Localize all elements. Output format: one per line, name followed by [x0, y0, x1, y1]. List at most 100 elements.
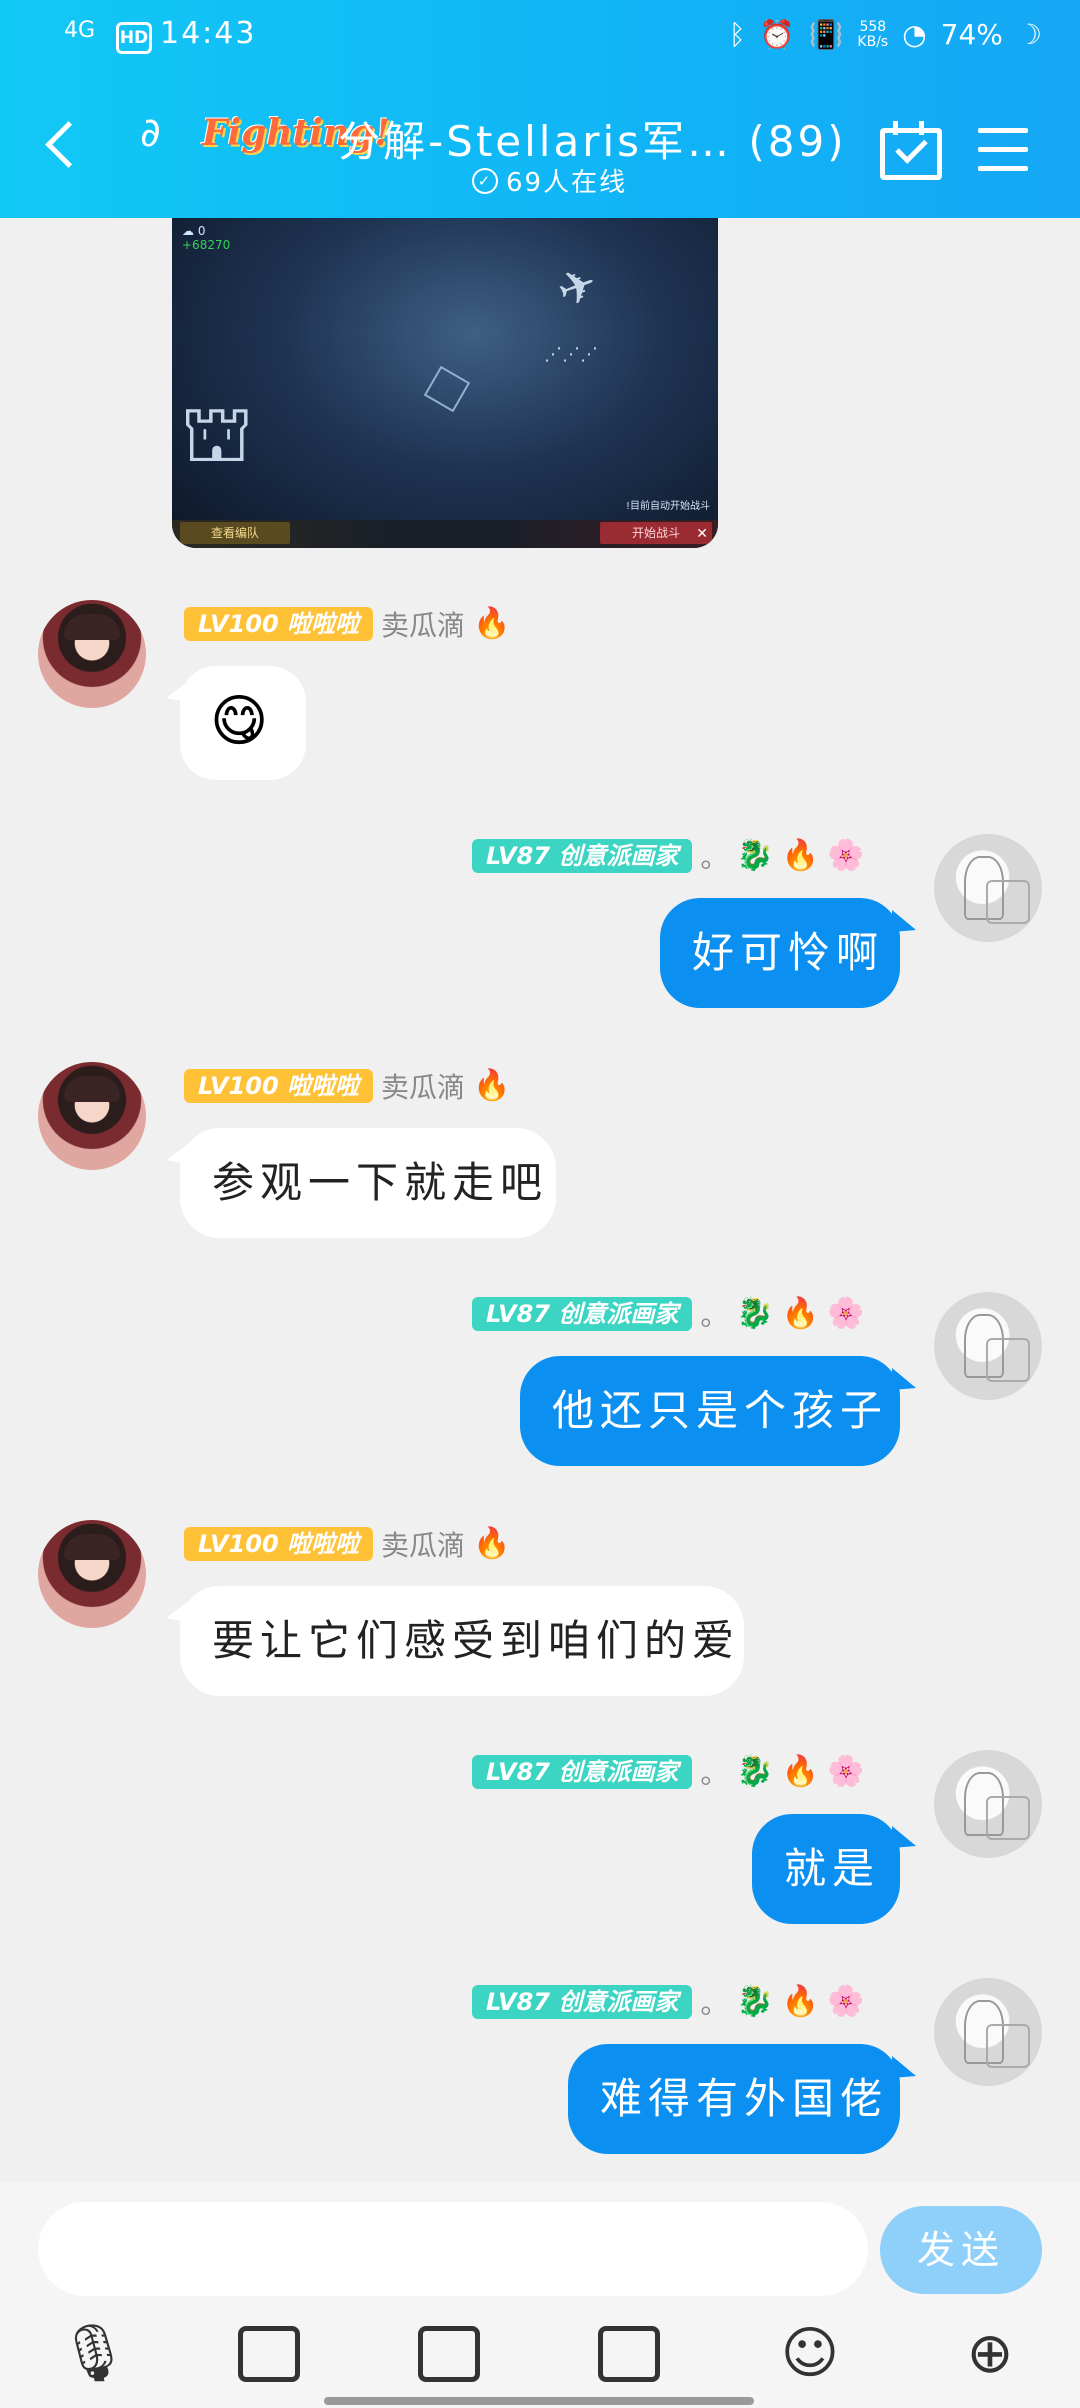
- message-bubble[interactable]: 参观一下就走吧: [166, 1128, 556, 1238]
- level: LV87: [486, 842, 550, 870]
- message-bubble[interactable]: 就是: [752, 1814, 916, 1924]
- level-title: 啦啦啦: [287, 610, 360, 638]
- level: LV100: [198, 610, 279, 638]
- online-count[interactable]: ✓ 69人在线: [472, 162, 627, 199]
- nickname[interactable]: 卖瓜滴: [381, 1524, 465, 1564]
- moon-icon: ☽: [1016, 18, 1042, 51]
- flower-icon: 🌸: [827, 1296, 865, 1331]
- battery-level: 74%: [940, 18, 1003, 51]
- status-icons: ᛒ ⏰ 📳 558 KB/s ◔ 74% ☽: [729, 18, 1042, 51]
- emoji-sticker: 😋: [210, 689, 269, 754]
- game-tip: !目前自动开始战斗: [625, 501, 710, 512]
- nav-bar: ∂ Fighting! 分解-Stellaris军… (89) ✓ 69人在线: [0, 76, 1080, 218]
- avatar[interactable]: [38, 1520, 146, 1628]
- fire-icon: 🔥: [781, 1984, 820, 2019]
- calendar-check-icon[interactable]: [880, 121, 942, 180]
- level-badge: LV87 创意派画家: [472, 1297, 693, 1331]
- station-icon: ⛫: [180, 387, 254, 480]
- level-title: 创意派画家: [558, 1300, 679, 1328]
- level-badge: LV100 啦啦啦: [184, 607, 374, 641]
- message-bubble[interactable]: 要让它们感受到咱们的爱: [166, 1586, 744, 1696]
- level-badge: LV100 啦啦啦: [184, 1069, 374, 1103]
- clock: 14:43: [160, 16, 257, 51]
- vibrate-icon: 📳: [808, 18, 844, 51]
- view-fleet-button: 查看编队: [180, 522, 290, 544]
- sender-meta: LV87 创意派画家 。 🐉 🔥 🌸: [472, 1294, 864, 1334]
- group-title[interactable]: 分解-Stellaris军… (89): [338, 108, 847, 169]
- send-button[interactable]: 发送: [880, 2206, 1042, 2294]
- flower-icon: 🌸: [827, 838, 865, 873]
- dragon-icon: 🐉: [736, 838, 774, 873]
- bluetooth-icon: ᛒ: [728, 18, 746, 51]
- bag-icon[interactable]: [598, 2326, 660, 2382]
- camera-icon[interactable]: [418, 2326, 480, 2382]
- level-title: 创意派画家: [558, 1988, 679, 2016]
- fire-icon: 🔥: [473, 1068, 511, 1103]
- mic-icon[interactable]: 🎙: [58, 2322, 129, 2386]
- avatar[interactable]: [934, 1978, 1042, 2086]
- level: LV87: [486, 1758, 550, 1786]
- message-bubble[interactable]: 难得有外国佬: [568, 2044, 916, 2154]
- level-title: 创意派画家: [558, 842, 679, 870]
- level-title: 啦啦啦: [287, 1530, 360, 1558]
- input-toolbar: 🎙 ☺ ⊕: [0, 2322, 1080, 2392]
- sender-meta: LV87 创意派画家 。 🐉 🔥 🌸: [472, 1752, 864, 1792]
- ship-icon: ✈: [549, 255, 605, 319]
- avatar[interactable]: [38, 600, 146, 708]
- message-bubble[interactable]: 他还只是个孩子: [520, 1356, 916, 1466]
- level-badge: LV100 啦啦啦: [184, 1527, 374, 1561]
- avatar[interactable]: [38, 1062, 146, 1170]
- hud-count: 0: [197, 224, 206, 238]
- speed-unit: KB/s: [857, 33, 889, 50]
- network-indicator: 4G: [64, 18, 96, 43]
- fire-icon: 🔥: [781, 838, 820, 873]
- avatar[interactable]: [934, 1292, 1042, 1400]
- fire-icon: 🔥: [781, 1754, 820, 1789]
- fire-icon: 🔥: [781, 1296, 820, 1331]
- image-message[interactable]: ☁ 0 +68270 ✈ ⋰⋰⋰ ⛫ !目前自动开始战斗 查看编队 开始战斗 ✕: [172, 218, 718, 548]
- nickname[interactable]: 卖瓜滴: [381, 604, 465, 644]
- net-speed: 558 KB/s: [857, 18, 889, 50]
- message-input[interactable]: [38, 2202, 868, 2296]
- level: LV87: [486, 1988, 550, 2016]
- emoji-icon[interactable]: ☺: [778, 2322, 842, 2386]
- sender-meta: LV100 啦啦啦 卖瓜滴 🔥: [184, 1066, 510, 1106]
- dragon-icon: 🐉: [736, 1296, 774, 1331]
- plus-icon[interactable]: ⊕: [958, 2322, 1022, 2386]
- flower-icon: 🌸: [827, 1754, 865, 1789]
- nickname[interactable]: 。: [700, 1982, 728, 2022]
- level-title: 啦啦啦: [287, 1072, 360, 1100]
- fleet-icon: ⋰⋰⋰: [544, 344, 598, 365]
- sender-meta: LV100 啦啦啦 卖瓜滴 🔥: [184, 604, 510, 644]
- sender-meta: LV87 创意派画家 。 🐉 🔥 🌸: [472, 1982, 864, 2022]
- dragon-icon: 🐉: [736, 1754, 774, 1789]
- home-indicator[interactable]: [324, 2397, 754, 2405]
- target-icon: [423, 365, 471, 413]
- alarm-icon: ⏰: [759, 18, 795, 51]
- ear-icon[interactable]: ∂: [140, 110, 161, 156]
- nickname[interactable]: 。: [700, 836, 728, 876]
- image-icon[interactable]: [238, 2326, 300, 2382]
- back-icon[interactable]: [45, 121, 92, 168]
- online-text: 69人在线: [506, 168, 628, 198]
- level: LV100: [198, 1072, 279, 1100]
- level-badge: LV87 创意派画家: [472, 1985, 693, 2019]
- close-icon: ✕: [696, 526, 708, 542]
- dragon-icon: 🐉: [736, 1984, 774, 2019]
- menu-icon[interactable]: [978, 128, 1028, 185]
- speed-value: 558: [859, 18, 887, 35]
- status-bar: 4G HD 14:43 ᛒ ⏰ 📳 558 KB/s ◔ 74% ☽: [0, 0, 1080, 76]
- nickname[interactable]: 。: [700, 1752, 728, 1792]
- flower-icon: 🌸: [827, 1984, 865, 2019]
- nickname[interactable]: 卖瓜滴: [381, 1066, 465, 1106]
- avatar[interactable]: [934, 1750, 1042, 1858]
- nickname[interactable]: 。: [700, 1294, 728, 1334]
- sender-meta: LV87 创意派画家 。 🐉 🔥 🌸: [472, 836, 864, 876]
- level-badge: LV87 创意派画家: [472, 1755, 693, 1789]
- online-check-icon: ✓: [472, 167, 498, 194]
- message-bubble[interactable]: 好可怜啊: [660, 898, 916, 1008]
- avatar[interactable]: [934, 834, 1042, 942]
- hud-value: +68270: [182, 238, 231, 252]
- input-bar: 发送 🎙 ☺ ⊕: [0, 2182, 1080, 2408]
- message-bubble[interactable]: 😋: [166, 666, 306, 780]
